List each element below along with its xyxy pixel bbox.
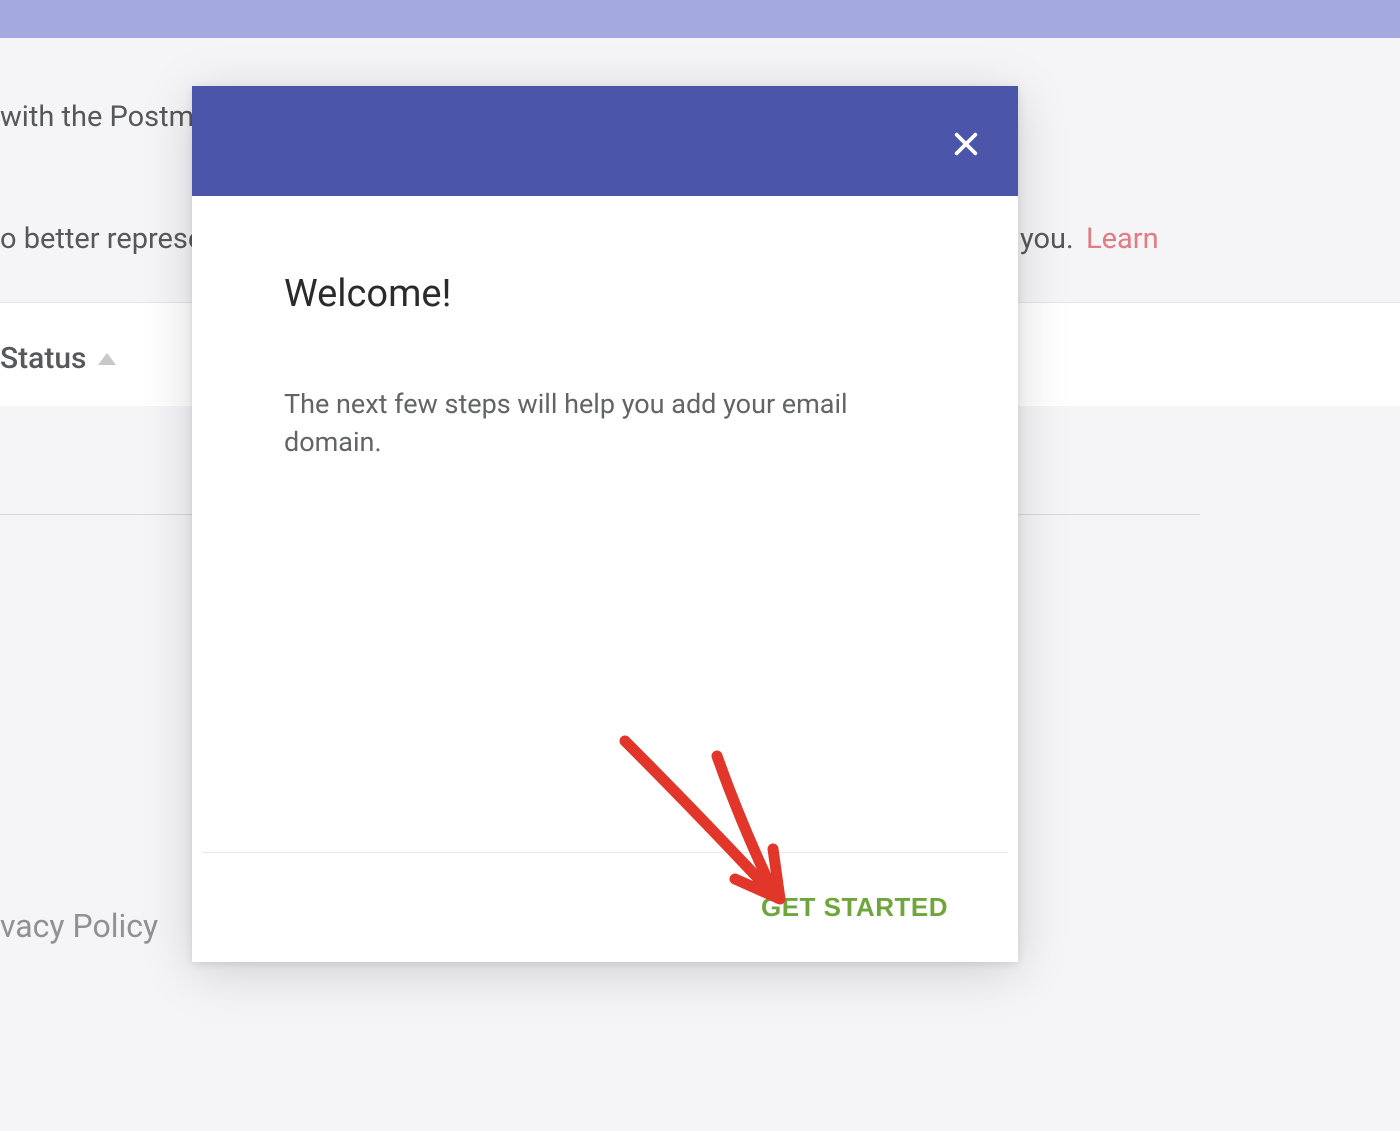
modal-description: The next few steps will help you add you… [284,386,926,462]
modal-footer: GET STARTED [202,852,1008,962]
welcome-modal: Welcome! The next few steps will help yo… [192,86,1018,962]
modal-header [192,86,1018,196]
close-button[interactable] [948,126,984,162]
modal-title: Welcome! [284,272,926,316]
top-bar [0,0,1400,38]
close-icon [950,128,982,160]
modal-body: Welcome! The next few steps will help yo… [192,196,1018,462]
get-started-button[interactable]: GET STARTED [761,892,948,923]
learn-link[interactable]: Learn [1086,222,1159,256]
background-text-right: you. [1020,222,1074,256]
status-label: Status [0,341,86,376]
sort-ascending-icon [98,353,116,365]
